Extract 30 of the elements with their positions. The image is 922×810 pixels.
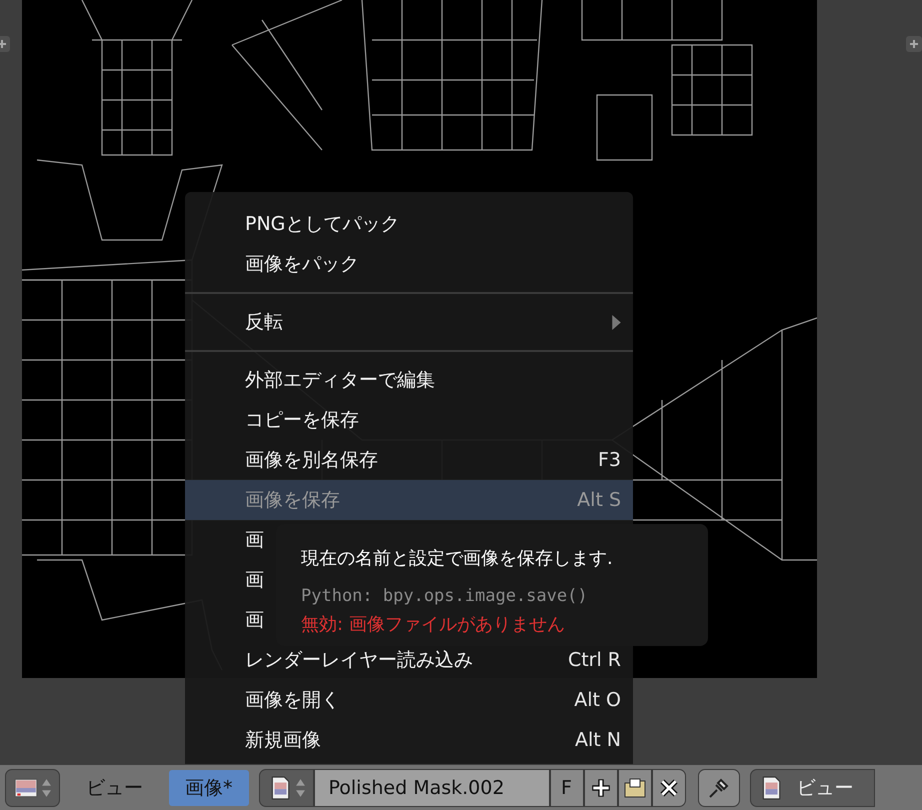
menu-item[interactable]: 画像をパック [185,244,633,284]
plus-icon [590,776,612,798]
menu-item[interactable]: コピーを保存 [185,400,633,440]
menu-item[interactable]: 反転 [185,302,633,342]
tooltip-description: 現在の名前と設定で画像を保存します. [301,547,614,570]
menu-item[interactable]: PNGとしてパック [185,204,633,244]
pin-button[interactable] [698,768,740,806]
menu-item[interactable]: 外部エディターで編集 [185,360,633,400]
image-browse-button[interactable] [258,768,314,806]
new-image-button[interactable] [584,768,618,806]
open-image-button[interactable] [618,768,652,806]
up-down-arrows-icon [296,778,304,798]
header-menu[interactable]: ビュー [70,770,159,806]
view-mode-button[interactable]: ビュー [750,768,874,806]
python-command: Python: bpy.ops.image.save() [301,586,589,606]
close-icon [658,776,680,798]
up-down-arrows-icon [42,778,51,798]
menu-item[interactable]: 画像を別名保存 F3 [185,440,633,480]
unlink-button[interactable] [652,768,686,806]
error-message: 無効: 画像ファイルがありません [301,613,566,636]
header-menu[interactable]: 画像* [169,770,248,806]
editor-type-button[interactable] [5,768,60,806]
image-name-field[interactable]: Polished Mask.002 [314,768,550,806]
folder-icon [624,776,646,798]
submenu-arrow-icon [612,314,621,330]
pin-icon [708,776,730,798]
menu-item[interactable]: 新規画像 Alt N [185,720,633,760]
fake-user-button[interactable]: F [550,768,584,806]
menu-item[interactable]: 画像を開く Alt O [185,680,633,720]
add-icon[interactable] [906,36,922,52]
